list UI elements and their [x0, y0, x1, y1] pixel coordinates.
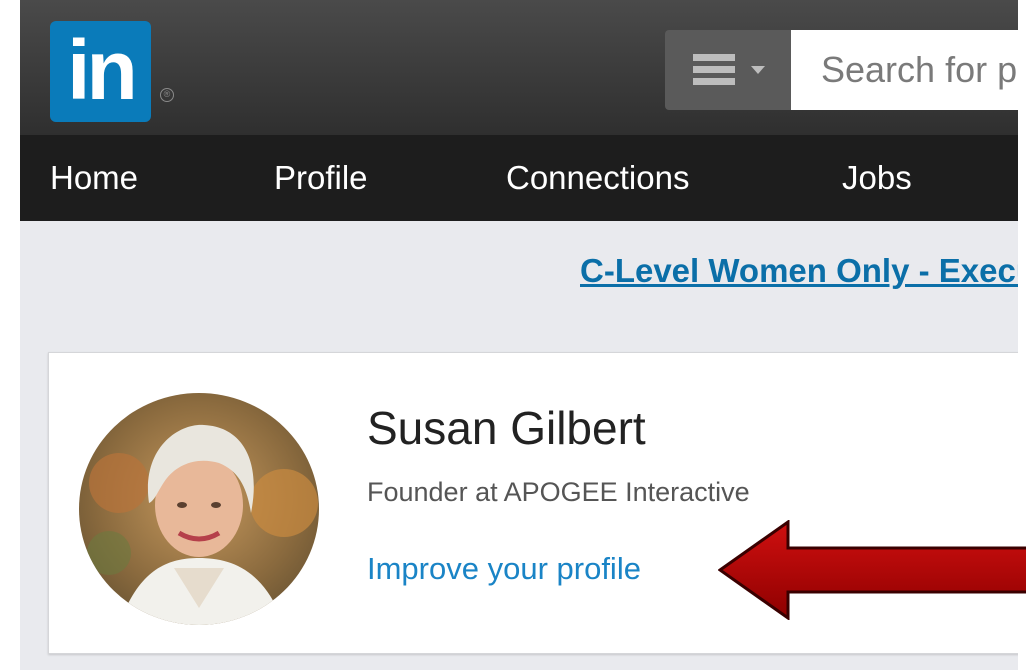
profile-headline: Founder at APOGEE Interactive: [367, 477, 750, 507]
promo-group-link[interactable]: C-Level Women Only - Executive Network: [580, 252, 1018, 290]
nav-connections[interactable]: Connections: [506, 135, 689, 221]
nav-jobs[interactable]: Jobs: [842, 135, 912, 221]
annotation-arrow-icon: [718, 520, 1026, 620]
menu-icon: [693, 54, 735, 86]
search-category-button[interactable]: [665, 30, 793, 110]
search-input[interactable]: [791, 30, 1018, 110]
avatar[interactable]: [79, 393, 319, 625]
caret-down-icon: [751, 66, 765, 74]
profile-name[interactable]: Susan Gilbert: [367, 401, 646, 455]
nav-home[interactable]: Home: [50, 135, 138, 221]
avatar-photo: [79, 393, 319, 625]
improve-profile-link[interactable]: Improve your profile: [367, 551, 641, 587]
main-nav: Home Profile Connections Jobs: [20, 135, 1018, 221]
nav-profile[interactable]: Profile: [274, 135, 368, 221]
top-bar: in ®: [20, 0, 1018, 135]
registered-mark-icon: ®: [160, 88, 174, 102]
linkedin-logo[interactable]: in: [50, 21, 151, 122]
